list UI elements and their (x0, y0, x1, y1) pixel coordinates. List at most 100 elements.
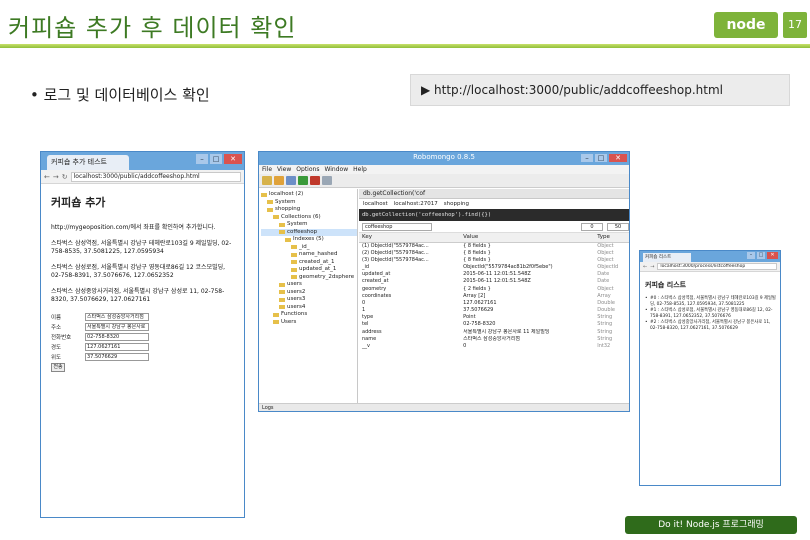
submit-button[interactable]: 전송 (51, 363, 65, 372)
tree-node[interactable]: shopping (261, 206, 357, 214)
table-row[interactable]: (1) ObjectId("5579784ac... { 8 fields } Ob… (359, 242, 629, 250)
column-key[interactable]: Key (359, 233, 461, 243)
forward-icon[interactable]: → (650, 264, 654, 270)
list-heading: 커피숍 리스트 (645, 281, 687, 289)
conn-port: localhost:27017 (393, 201, 438, 207)
table-row[interactable]: 1 37.5076629 Double (359, 307, 629, 314)
tree-node[interactable]: Indexes (5) (261, 236, 357, 244)
folder-icon (279, 222, 285, 227)
tree-node[interactable]: coffeeshop (261, 228, 357, 236)
tree-node[interactable]: Users (261, 319, 357, 327)
tree-node-label: System (287, 221, 308, 227)
close-icon[interactable]: ✕ (609, 154, 627, 162)
menu-file[interactable]: File (262, 165, 272, 174)
tree-node[interactable]: localhost (2) (261, 191, 357, 199)
tree-node[interactable]: _id_ (261, 244, 357, 252)
table-row[interactable]: type Point String (359, 314, 629, 321)
cell-type: ObjectId (597, 263, 619, 270)
minimize-icon[interactable]: – (196, 154, 208, 164)
reload-icon[interactable]: ↻ (62, 173, 68, 181)
tree-node-label: users2 (287, 288, 306, 295)
window-title: Robomongo 0.8.5 (413, 153, 475, 161)
stop-icon[interactable] (310, 176, 320, 185)
folder-icon (285, 237, 291, 242)
column-value[interactable]: Value (460, 233, 595, 243)
maximize-icon[interactable]: □ (595, 154, 607, 162)
tree-node[interactable]: users3 (261, 296, 357, 304)
cell-value: 0 (463, 343, 467, 350)
minimize-icon[interactable]: – (747, 252, 755, 259)
tree-node[interactable]: users4 (261, 304, 357, 312)
table-row[interactable]: tel 02-758-8320 String (359, 321, 629, 328)
query-editor[interactable]: db.getCollection('coffeeshop').find({}) (359, 209, 629, 221)
table-row[interactable]: name 스타벅스 삼성중앙사거리점 String (359, 336, 629, 343)
cell-value: 2015-06-11 12:01:51.548Z (463, 278, 531, 285)
tree-node[interactable]: System (261, 221, 357, 229)
menu-window[interactable]: Window (324, 165, 348, 174)
maximize-icon[interactable]: □ (210, 154, 222, 164)
table-row[interactable]: __v 0 Int32 (359, 343, 629, 350)
address-bar[interactable]: localhost:3000/process/listcoffeeshop (657, 263, 777, 270)
tree-node-label: localhost (2) (269, 191, 304, 197)
address-bar[interactable]: localhost:3000/public/addcoffeeshop.html (70, 171, 241, 182)
view-icon[interactable] (322, 176, 332, 185)
tree-node-label: coffeeshop (287, 228, 318, 235)
tree-node[interactable]: updated_at_1 (261, 266, 357, 274)
column-type[interactable]: Type (594, 233, 629, 243)
tree-node[interactable]: users2 (261, 289, 357, 297)
tree-node[interactable]: users (261, 281, 357, 289)
maximize-icon[interactable]: □ (757, 252, 765, 259)
save-icon[interactable] (286, 176, 296, 185)
table-row[interactable]: created_at 2015-06-11 12:01:51.548Z Date (359, 278, 629, 285)
page-size-input[interactable]: 50 (607, 222, 629, 231)
open-icon[interactable] (274, 176, 284, 185)
cell-key: geometry (362, 285, 387, 292)
cell-key: __v (362, 343, 370, 350)
connect-icon[interactable] (262, 176, 272, 185)
menu-help[interactable]: Help (353, 165, 367, 174)
page-from-input[interactable]: 0 (581, 222, 603, 231)
back-icon[interactable]: ← (44, 173, 50, 181)
table-row[interactable]: (3) ObjectId("5579784ac... { 8 fields } Ob… (359, 257, 629, 264)
menu-view[interactable]: View (277, 165, 291, 174)
cell-type: Object (597, 256, 614, 263)
table-row[interactable]: geometry { 2 fields } Object (359, 285, 629, 292)
menu-options[interactable]: Options (296, 165, 319, 174)
tree-node[interactable]: name_hashed (261, 251, 357, 259)
table-row[interactable]: coordinates Array [2] Array (359, 293, 629, 300)
tree-node-label: Users (281, 318, 297, 325)
bullet-text: • 로그 및 데이터베이스 확인 (30, 86, 210, 104)
latitude-input[interactable]: 37.5076629 (85, 352, 149, 361)
tree-node-label: shopping (275, 206, 301, 212)
longitude-input[interactable]: 127.0627161 (85, 342, 149, 351)
back-icon[interactable]: ← (643, 264, 647, 270)
connection-info: localhost localhost:27017 shopping (359, 199, 629, 209)
instruction-text: http://mygeoposition.com/에서 좌표를 확인하여 추가합… (51, 224, 216, 231)
tree-node[interactable]: geometry_2dsphere (261, 274, 357, 282)
tree-node[interactable]: Collections (6) (261, 214, 357, 222)
minimize-icon[interactable]: – (581, 154, 593, 162)
browser-tab[interactable]: 커피숍 리스트 (643, 253, 691, 262)
execute-icon[interactable] (298, 176, 308, 185)
folder-icon (261, 192, 267, 197)
table-row[interactable]: _id ObjectId("5579784ac81b2f0f5ebe") Objec… (359, 264, 629, 271)
browser-tab[interactable]: 커피숍 추가 테스트 (47, 155, 129, 170)
table-row[interactable]: (2) ObjectId("5579784ac... { 8 fields } Ob… (359, 250, 629, 257)
tree-node[interactable]: created_at_1 (261, 259, 357, 267)
query-tab[interactable]: db.getCollection('cof (359, 189, 629, 199)
table-row[interactable]: updated_at 2015-06-11 12:01:51.548Z Date (359, 271, 629, 278)
page-content: 커피숍 추가 http://mygeoposition.com/에서 좌표를 확… (41, 184, 244, 380)
table-row[interactable]: address 서울특별시 강남구 봉은사로 11 제일빌딩 String (359, 329, 629, 336)
close-icon[interactable]: ✕ (767, 252, 778, 259)
sample-line: 스타벅스 삼성중앙사거리점, 서울특별시 강남구 삼성로 11, 02-758-… (51, 288, 225, 303)
forward-icon[interactable]: → (53, 173, 59, 181)
name-input[interactable]: 스타벅스 삼성중앙사거리점 (85, 312, 149, 321)
address-input[interactable]: 서울특별시 강남구 봉은사로 (85, 322, 149, 331)
close-icon[interactable]: ✕ (224, 154, 242, 164)
robomongo-window: Robomongo 0.8.5 – □ ✕ File View Options … (258, 151, 630, 412)
tel-input[interactable]: 02-758-8320 (85, 332, 149, 341)
tree-node[interactable]: System (261, 199, 357, 207)
page-heading: 커피숍 추가 (51, 196, 106, 209)
tree-node[interactable]: Functions (261, 311, 357, 319)
table-row[interactable]: 0 127.0627161 Double (359, 300, 629, 307)
